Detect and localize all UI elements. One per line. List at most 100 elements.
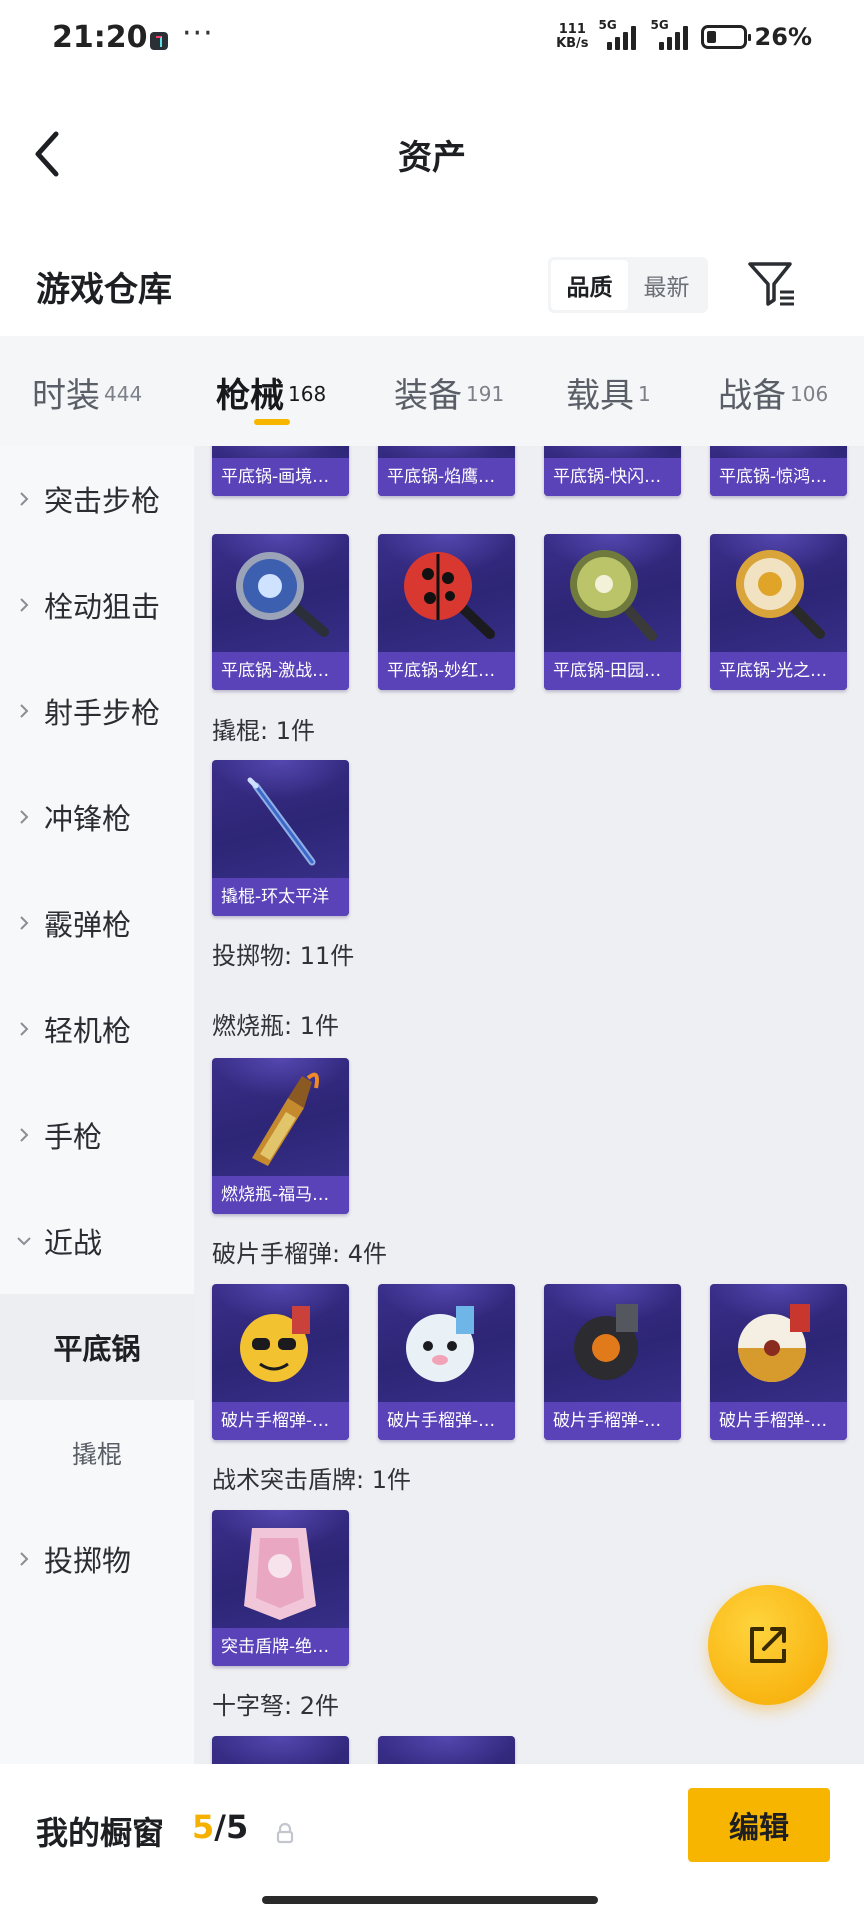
item-card[interactable] [378, 1736, 515, 1764]
sort-newest-button[interactable]: 最新 [628, 260, 705, 310]
section-label-frag-grenade: 破片手榴弹: 4件 [212, 1240, 387, 1268]
frying-pan-ladybug-image [404, 552, 495, 639]
crowbar-image [247, 777, 316, 866]
sidebar-item-melee[interactable]: 近战 [0, 1188, 194, 1294]
frag-grenade-black-image [574, 1304, 638, 1380]
tab-fashion[interactable]: 时装 444 [32, 368, 142, 417]
sort-toggle: 品质 最新 [548, 257, 708, 313]
item-name: 燃烧瓶-福马… [212, 1176, 349, 1214]
sidebar-item-smg[interactable]: 冲锋枪 [0, 764, 194, 870]
sidebar-subitem-crowbar[interactable]: 撬棍 [0, 1400, 194, 1506]
home-indicator[interactable] [262, 1896, 598, 1904]
edit-button[interactable]: 编辑 [688, 1788, 830, 1862]
tab-count: 1 [638, 381, 651, 406]
section-label-crossbow: 十字弩: 2件 [212, 1692, 339, 1720]
active-tab-indicator [254, 419, 290, 425]
item-card[interactable]: 破片手榴弹-… [710, 1284, 847, 1440]
tab-label: 战备 [718, 376, 786, 416]
item-grid: 平底锅-画境… 平底锅-焰鹰… 平底锅-快闪… 平底锅-惊鸿… 平底锅-激战… … [194, 446, 864, 1764]
item-card[interactable]: 平底锅-妙红… [378, 534, 515, 690]
frag-grenade-emoji-image [240, 1306, 310, 1382]
signal-5g-label-2: 5G [650, 18, 669, 32]
item-name: 平底锅-光之… [710, 652, 847, 690]
item-card[interactable]: 破片手榴弹-… [378, 1284, 515, 1440]
sidebar-item-label: 撬棍 [71, 1440, 122, 1469]
showcase-title: 我的橱窗 [36, 1814, 165, 1852]
item-card[interactable]: 燃烧瓶-福马… [212, 1058, 349, 1214]
tab-firearms[interactable]: 枪械 168 [216, 368, 326, 417]
chevron-right-icon [20, 916, 29, 930]
tab-battle-prep[interactable]: 战备 106 [718, 368, 828, 417]
lock-icon [276, 1822, 294, 1844]
page-title: 资产 [398, 138, 466, 178]
item-card[interactable]: 破片手榴弹-… [544, 1284, 681, 1440]
item-name: 突击盾牌-绝… [212, 1628, 349, 1666]
showcase-current: 5 [192, 1808, 215, 1846]
showcase-max: 5 [225, 1808, 249, 1846]
frag-grenade-white-image [406, 1306, 474, 1382]
sidebar-item-bolt-sniper[interactable]: 栓动狙击 [0, 552, 194, 658]
item-name: 平底锅-激战… [212, 652, 349, 690]
filter-icon [748, 262, 794, 306]
sidebar-item-marksman-rifle[interactable]: 射手步枪 [0, 658, 194, 764]
tab-count: 191 [466, 381, 505, 406]
item-card[interactable]: 平底锅-快闪… [544, 446, 681, 496]
item-card[interactable]: 平底锅-激战… [212, 534, 349, 690]
tab-label: 装备 [394, 376, 462, 416]
chevron-right-icon [20, 704, 29, 718]
network-speed-value: 111 [558, 22, 586, 37]
item-card[interactable]: 平底锅-田园… [544, 534, 681, 690]
battery-level [706, 31, 716, 43]
sidebar-item-label: 投掷物 [44, 1544, 132, 1578]
sidebar-item-label: 栓动狙击 [44, 590, 161, 624]
item-name: 平底锅-焰鹰… [378, 458, 515, 496]
category-tabs: 时装 444 枪械 168 装备 191 载具 1 战备 106 [0, 336, 864, 446]
item-name: 平底锅-田园… [544, 652, 681, 690]
sidebar-item-assault-rifle[interactable]: 突击步枪 [0, 446, 194, 552]
item-card[interactable] [212, 1736, 349, 1764]
item-name: 破片手榴弹-… [378, 1402, 515, 1440]
item-name: 破片手榴弹-… [212, 1402, 349, 1440]
sidebar-item-shotgun[interactable]: 霰弹枪 [0, 870, 194, 976]
sidebar-item-label: 手枪 [44, 1120, 103, 1154]
section-label-assault-shield: 战术突击盾牌: 1件 [212, 1466, 411, 1494]
tab-equipment[interactable]: 装备 191 [394, 368, 504, 417]
frying-pan-blue-image [236, 552, 329, 637]
chevron-right-icon [20, 492, 29, 506]
item-card[interactable]: 平底锅-焰鹰… [378, 446, 515, 496]
chevron-right-icon [20, 810, 29, 824]
sidebar-item-label: 冲锋枪 [44, 802, 132, 836]
item-card[interactable]: 平底锅-光之… [710, 534, 847, 690]
item-card[interactable]: 破片手榴弹-… [212, 1284, 349, 1440]
filter-button[interactable] [744, 256, 800, 312]
app-header: 资产 [0, 82, 864, 212]
weapon-type-sidebar: 突击步枪 栓动狙击 射手步枪 冲锋枪 霰弹枪 轻机枪 手枪 近战 平底锅 撬棍 … [0, 446, 194, 1764]
sidebar-item-throwables[interactable]: 投掷物 [0, 1506, 194, 1612]
section-label-throwables: 投掷物: 11件 [212, 942, 355, 970]
chevron-right-icon [20, 598, 29, 612]
battery-icon [700, 25, 751, 49]
section-label-molotov: 燃烧瓶: 1件 [212, 1012, 339, 1040]
sidebar-item-label: 突击步枪 [44, 484, 161, 518]
sidebar-subitem-frying-pan[interactable]: 平底锅 [0, 1294, 194, 1400]
sidebar-item-pistol[interactable]: 手枪 [0, 1082, 194, 1188]
tab-label: 枪械 [216, 376, 284, 416]
tab-count: 168 [288, 381, 327, 406]
section-label-crowbar: 撬棍: 1件 [212, 717, 315, 745]
item-card[interactable]: 平底锅-画境… [212, 446, 349, 496]
frag-grenade-gold-image [738, 1304, 810, 1382]
frying-pan-gold-image [736, 550, 825, 639]
item-name: 平底锅-惊鸿… [710, 458, 847, 496]
tab-vehicles[interactable]: 载具 1 [566, 368, 651, 417]
item-card[interactable]: 平底锅-惊鸿… [710, 446, 847, 496]
sort-quality-button[interactable]: 品质 [551, 260, 628, 310]
chevron-down-icon [17, 1237, 31, 1246]
item-card[interactable]: 突击盾牌-绝… [212, 1510, 349, 1666]
item-name: 撬棍-环太平洋 [212, 878, 349, 916]
sidebar-item-label: 轻机枪 [44, 1014, 132, 1048]
sidebar-item-label: 近战 [44, 1226, 103, 1260]
item-card[interactable]: 撬棍-环太平洋 [212, 760, 349, 916]
share-button[interactable] [708, 1585, 828, 1705]
tiktok-notification-icon [150, 32, 168, 50]
sidebar-item-lmg[interactable]: 轻机枪 [0, 976, 194, 1082]
